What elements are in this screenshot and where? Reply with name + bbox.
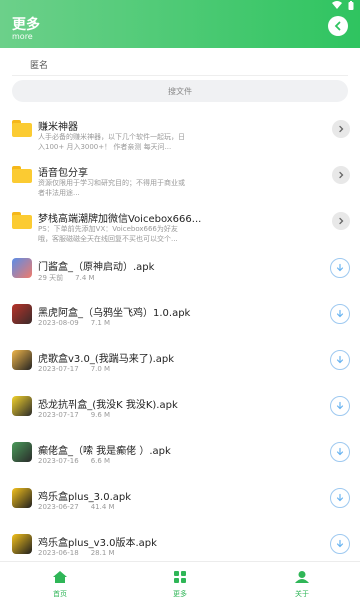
download-button[interactable] — [330, 396, 350, 416]
apk-date: 2023-07-17 — [38, 411, 79, 419]
folder-title: 语音包分享 — [38, 168, 88, 179]
apk-item[interactable]: 恐龙抗퓌盒_(我没K 我没K).apk 2023-07-17 9.6 M — [0, 390, 360, 436]
status-bar — [332, 0, 354, 10]
download-icon — [336, 355, 344, 364]
app-header: 更多 more — [0, 0, 360, 48]
tab-about[interactable]: 关于 — [282, 568, 322, 599]
apk-size: 41.4 M — [90, 503, 115, 511]
main-content: 匿名 搜文件 赚米神器 人手必备的赚米神器，以下几个软件一起玩，日入100+ 月… — [0, 48, 360, 561]
user-icon — [295, 571, 309, 583]
apk-title: 鸡乐盒plus_3.0.apk — [38, 492, 132, 503]
apk-date: 2023-06-18 — [38, 549, 79, 557]
tab-more[interactable]: 更多 — [160, 568, 200, 599]
chevron-left-icon — [334, 21, 341, 31]
apk-date: 2023-06-27 — [38, 503, 79, 511]
app-icon — [12, 488, 32, 508]
folder-desc: 资源仅限用于学习和研究目的；不得用于商业或者非法用途... — [38, 179, 185, 197]
apk-item[interactable]: 癫佬盒_（嗦 我是癫佬 ）.apk 2023-07-16 6.6 M — [0, 436, 360, 482]
back-button[interactable] — [328, 16, 348, 36]
anonymous-label: 匿名 — [30, 61, 49, 71]
apk-meta: 29 天前 7.4 M — [38, 273, 95, 283]
apk-size: 9.6 M — [90, 411, 111, 419]
folder-icon — [12, 120, 32, 137]
apk-meta: 2023-07-17 7.0 M — [38, 365, 110, 373]
download-button[interactable] — [330, 534, 350, 554]
apk-meta: 2023-08-09 7.1 M — [38, 319, 110, 327]
folder-title: 赚米神器 — [38, 122, 78, 133]
open-folder-button[interactable] — [332, 120, 350, 138]
download-button[interactable] — [330, 442, 350, 462]
chevron-right-icon — [339, 125, 344, 133]
app-icon — [12, 350, 32, 370]
apk-size: 6.6 M — [90, 457, 111, 465]
folder-desc: PS：下单前先添加VX：Voicebox666为好友哦，客服磁磁全天在线回复不买… — [38, 225, 178, 243]
folder-item[interactable]: 赚米神器 人手必备的赚米神器，以下几个软件一起玩，日入100+ 月入3000+！… — [0, 112, 360, 158]
apk-title: 虎歌盒v3.0_(我踹马来了).apk — [38, 354, 175, 365]
bottom-tab-bar: 首页 更多 关于 — [0, 561, 360, 600]
apk-title: 黑虎阿盒_（乌鸦坐飞鸡）1.0.apk — [38, 308, 191, 319]
apk-title: 门酱盒_（原神启动）.apk — [38, 262, 155, 273]
apk-date: 2023-07-17 — [38, 365, 79, 373]
download-button[interactable] — [330, 350, 350, 370]
download-icon — [336, 447, 344, 456]
battery-icon — [348, 0, 354, 10]
apk-title: 恐龙抗퓌盒_(我没K 我没K).apk — [38, 400, 178, 411]
download-icon — [336, 539, 344, 548]
apk-meta: 2023-06-27 41.4 M — [38, 503, 115, 511]
download-button[interactable] — [330, 304, 350, 324]
folder-item[interactable]: 梦栈高端潮牌加微信Voicebox666... PS：下单前先添加VX：Voic… — [0, 204, 360, 250]
apk-title: 癫佬盒_（嗦 我是癫佬 ）.apk — [38, 446, 171, 457]
apk-meta: 2023-07-17 9.6 M — [38, 411, 110, 419]
tab-home-label: 首页 — [53, 590, 67, 598]
download-button[interactable] — [330, 488, 350, 508]
folder-icon — [12, 166, 32, 183]
folder-desc: 人手必备的赚米神器，以下几个软件一起玩，日入100+ 月入3000+！ 作者亲测… — [38, 133, 185, 151]
more-icon — [174, 571, 186, 583]
download-icon — [336, 401, 344, 410]
app-icon — [12, 442, 32, 462]
app-icon — [12, 396, 32, 416]
page-subtitle: more — [12, 32, 33, 41]
chevron-right-icon — [339, 171, 344, 179]
app-icon — [12, 304, 32, 324]
open-folder-button[interactable] — [332, 212, 350, 230]
download-icon — [336, 493, 344, 502]
apk-date: 2023-07-16 — [38, 457, 79, 465]
tab-home[interactable]: 首页 — [40, 568, 80, 599]
apk-item[interactable]: 门酱盒_（原神启动）.apk 29 天前 7.4 M — [0, 252, 360, 298]
apk-item[interactable]: 虎歌盒v3.0_(我踹马来了).apk 2023-07-17 7.0 M — [0, 344, 360, 390]
apk-size: 28.1 M — [90, 549, 115, 557]
home-icon — [53, 571, 67, 583]
tab-more-label: 更多 — [173, 590, 187, 598]
folder-item[interactable]: 语音包分享 资源仅限用于学习和研究目的；不得用于商业或者非法用途... — [0, 158, 360, 204]
download-icon — [336, 309, 344, 318]
apk-meta: 2023-06-18 28.1 M — [38, 549, 115, 557]
apk-date: 29 天前 — [38, 274, 64, 282]
anonymous-row[interactable]: 匿名 — [12, 54, 348, 76]
download-button[interactable] — [330, 258, 350, 278]
search-input[interactable]: 搜文件 — [12, 80, 348, 102]
chevron-right-icon — [339, 217, 344, 225]
folder-title: 梦栈高端潮牌加微信Voicebox666... — [38, 214, 202, 225]
download-icon — [336, 263, 344, 272]
wifi-icon — [332, 1, 342, 9]
app-icon — [12, 534, 32, 554]
app-icon — [12, 258, 32, 278]
apk-size: 7.1 M — [90, 319, 111, 327]
apk-size: 7.4 M — [75, 274, 95, 282]
folder-icon — [12, 212, 32, 229]
apk-item[interactable]: 鸡乐盒plus_3.0.apk 2023-06-27 41.4 M — [0, 482, 360, 528]
apk-date: 2023-08-09 — [38, 319, 79, 327]
apk-meta: 2023-07-16 6.6 M — [38, 457, 110, 465]
apk-size: 7.0 M — [90, 365, 111, 373]
apk-item[interactable]: 黑虎阿盒_（乌鸦坐飞鸡）1.0.apk 2023-08-09 7.1 M — [0, 298, 360, 344]
tab-about-label: 关于 — [295, 590, 309, 598]
open-folder-button[interactable] — [332, 166, 350, 184]
apk-title: 鸡乐盒plus_v3.0版本.apk — [38, 538, 157, 549]
page-title: 更多 — [12, 17, 40, 33]
